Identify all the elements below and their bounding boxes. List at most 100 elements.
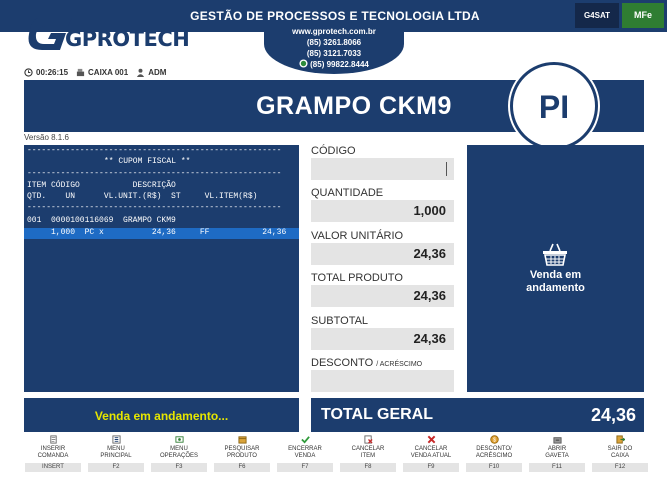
cancel-sale-icon bbox=[427, 435, 436, 444]
fn-label-1: MENU bbox=[107, 446, 125, 452]
function-key-bar: INSERIR COMANDA INSERT MENU PRINCIPAL F2 M… bbox=[20, 433, 650, 477]
desconto-field[interactable] bbox=[311, 370, 454, 392]
pi-badge-text: PI bbox=[538, 89, 570, 125]
insert-comanda-button[interactable]: INSERIR COMANDA INSERT bbox=[22, 433, 84, 477]
discount-icon: $ bbox=[490, 435, 499, 444]
phone-3-text: (85) 99822.8444 bbox=[310, 60, 369, 69]
open-drawer-button[interactable]: ABRIR GAVETA F11 bbox=[526, 433, 588, 477]
fn-label-1: PESQUISAR bbox=[224, 446, 260, 452]
fn-key: F9 bbox=[403, 463, 459, 472]
fn-label-2: OPERAÇÕES bbox=[159, 453, 198, 459]
user-name: ADM bbox=[148, 67, 167, 77]
version-label: Versão 8.1.6 bbox=[24, 133, 69, 142]
fn-key: F11 bbox=[529, 463, 585, 472]
drawer-icon bbox=[553, 437, 562, 444]
codigo-input[interactable] bbox=[311, 158, 454, 180]
total-produto-label: TOTAL PRODUTO bbox=[311, 272, 403, 284]
desconto-label-text: DESCONTO bbox=[311, 357, 374, 369]
exit-register-button[interactable]: SAIR DO CAIXA F12 bbox=[589, 433, 651, 477]
sale-status-line-2: andamento bbox=[526, 282, 585, 294]
desconto-label: DESCONTO / ACRÉSCIMO bbox=[311, 357, 422, 369]
phone-3: (85) 99822.8444 bbox=[264, 59, 404, 70]
total-produto-field: 24,36 bbox=[311, 285, 454, 307]
fn-label-2: PRINCIPAL bbox=[100, 453, 132, 459]
quantidade-field[interactable]: 1,000 bbox=[311, 200, 454, 222]
cancel-sale-button[interactable]: CANCELAR VENDA ATUAL F9 bbox=[400, 433, 462, 477]
message-text: Venda em andamento... bbox=[94, 409, 229, 423]
fn-label-2: CAIXA bbox=[610, 453, 629, 459]
mfe-button[interactable]: MFe bbox=[622, 3, 664, 28]
register-icon bbox=[76, 68, 85, 76]
search-product-button[interactable]: PESQUISAR PRODUTO F6 bbox=[211, 433, 273, 477]
fn-label-1: INSERIR bbox=[40, 446, 66, 452]
receipt-item-line: 001 0000100116069 GRAMPO CKM9 bbox=[27, 216, 176, 225]
valor-unitario-label: VALOR UNITÁRIO bbox=[311, 230, 404, 242]
desconto-sublabel: / ACRÉSCIMO bbox=[376, 361, 423, 368]
receipt-divider: ----------------------------------------… bbox=[27, 203, 282, 212]
text-cursor bbox=[446, 162, 447, 176]
fn-label-2: GAVETA bbox=[545, 453, 569, 459]
fn-label-2: ITEM bbox=[360, 453, 376, 459]
fn-key: F12 bbox=[592, 463, 648, 472]
valor-unitario-field: 24,36 bbox=[311, 243, 454, 265]
phone-1: (85) 3261.8066 bbox=[306, 38, 362, 47]
fn-key: F6 bbox=[214, 463, 270, 472]
fn-label: DESCONTO/ACRÉSCIMO bbox=[463, 446, 525, 460]
company-title: GESTÃO DE PROCESSOS E TECNOLOGIA LTDA bbox=[190, 9, 480, 23]
codigo-label: CÓDIGO bbox=[311, 145, 356, 157]
status-bar: 00:26:15 CAIXA 001 ADM bbox=[24, 66, 166, 78]
user: ADM bbox=[136, 68, 166, 77]
sale-status-line-1: Venda em bbox=[529, 269, 582, 281]
user-icon bbox=[137, 68, 145, 77]
phone-2: (85) 3121.7033 bbox=[306, 49, 362, 58]
product-name: GRAMPO CKM9 bbox=[256, 92, 452, 120]
subtotal-label: SUBTOTAL bbox=[311, 315, 369, 327]
register: CAIXA 001 bbox=[76, 68, 128, 77]
sale-status-panel: Venda em andamento bbox=[467, 145, 644, 392]
fn-label: PESQUISAR PRODUTO bbox=[211, 446, 273, 460]
app-header: GPROTECH GESTÃO DE PROCESSOS E TECNOLOGI… bbox=[0, 0, 667, 74]
receipt-panel[interactable]: ----------------------------------------… bbox=[24, 145, 299, 392]
fn-label-1: CANCELAR bbox=[351, 446, 385, 452]
close-sale-button[interactable]: ENCERRAR VENDA F7 bbox=[274, 433, 336, 477]
fn-label: CANCELAR ITEM bbox=[337, 446, 399, 460]
fn-label-1: MENU bbox=[170, 446, 188, 452]
fn-key: F7 bbox=[277, 463, 333, 472]
clock-time: 00:26:15 bbox=[36, 67, 69, 77]
receipt-divider: ----------------------------------------… bbox=[27, 146, 282, 155]
subtotal-field: 24,36 bbox=[311, 328, 454, 350]
fn-label: INSERIR COMANDA bbox=[22, 446, 84, 460]
discount-button[interactable]: $ DESCONTO/ACRÉSCIMO F10 bbox=[463, 433, 525, 477]
clock-icon bbox=[24, 67, 33, 77]
fn-label-1: DESCONTO/ bbox=[476, 446, 512, 452]
receipt-item-detail: 1,000 PC x 24,36 FF 24,36 bbox=[27, 228, 287, 237]
logo-text: GPROTECH bbox=[65, 27, 190, 51]
cancel-item-button[interactable]: CANCELAR ITEM F8 bbox=[337, 433, 399, 477]
total-bar: TOTAL GERAL 24,36 bbox=[311, 398, 644, 432]
receipt-header-1: ITEM CÓDIGO DESCRIÇÃO bbox=[27, 181, 176, 190]
sat-button[interactable]: G4SAT bbox=[575, 3, 619, 28]
fn-label: CANCELAR VENDA ATUAL bbox=[400, 446, 462, 460]
fn-label: ENCERRAR VENDA bbox=[274, 446, 336, 460]
main-menu-button[interactable]: MENU PRINCIPAL F2 bbox=[85, 433, 147, 477]
fn-label: MENU PRINCIPAL bbox=[85, 446, 147, 460]
comanda-icon bbox=[50, 435, 57, 444]
cancel-item-icon bbox=[364, 435, 373, 444]
fn-label-2: VENDA ATUAL bbox=[410, 453, 452, 459]
receipt-divider: ----------------------------------------… bbox=[27, 169, 282, 178]
register-name: CAIXA 001 bbox=[88, 67, 129, 77]
receipt-title: ** CUPOM FISCAL ** bbox=[104, 157, 191, 166]
clock: 00:26:15 bbox=[24, 68, 68, 77]
total-value: 24,36 bbox=[590, 405, 636, 425]
exit-icon bbox=[616, 435, 625, 444]
operations-icon bbox=[175, 436, 184, 443]
fn-label-2: VENDA bbox=[294, 453, 316, 459]
menu-icon bbox=[112, 435, 121, 444]
check-icon bbox=[301, 436, 310, 444]
fn-key: INSERT bbox=[25, 463, 81, 472]
svg-text:$: $ bbox=[493, 438, 496, 444]
fn-label-2: PRODUTO bbox=[227, 453, 257, 459]
fn-label: SAIR DO CAIXA bbox=[589, 446, 651, 460]
message-bar: Venda em andamento... bbox=[24, 398, 299, 432]
operations-menu-button[interactable]: MENU OPERAÇÕES F3 bbox=[148, 433, 210, 477]
